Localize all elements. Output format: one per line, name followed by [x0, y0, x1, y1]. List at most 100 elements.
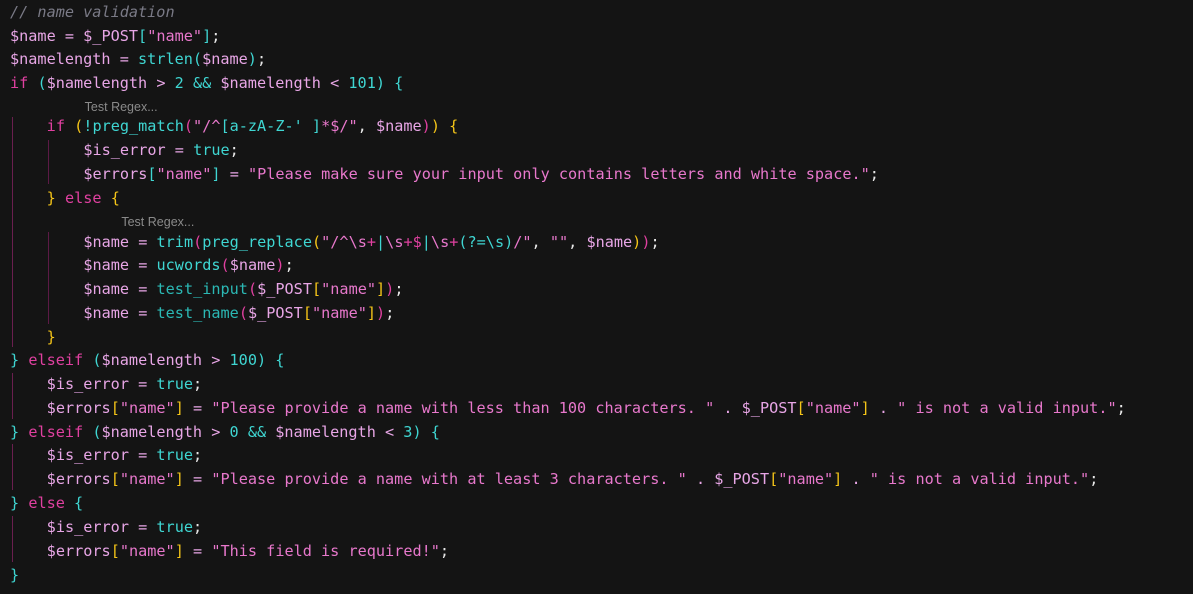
- code-token-b1: ]: [860, 399, 870, 417]
- indent-guide: [12, 373, 13, 419]
- code-token-op: .: [842, 470, 870, 488]
- code-token-b3: }: [10, 423, 20, 441]
- code-token-re: |: [421, 233, 431, 251]
- code-token-op: =: [110, 50, 139, 68]
- code-token-fn: strlen: [138, 50, 193, 68]
- code-token-op: =: [165, 141, 194, 159]
- code-token-op: <: [320, 74, 349, 92]
- code-token-b3: ): [412, 423, 422, 441]
- code-token-b2: ): [275, 256, 285, 274]
- code-token-b3: (: [92, 423, 102, 441]
- code-line: $is_error = true;: [83, 138, 238, 162]
- code-token-b2: (: [193, 233, 203, 251]
- code-token-var: $is_error: [46, 518, 129, 536]
- code-token-punc: ,: [357, 117, 376, 135]
- code-token-resp: +$: [403, 233, 422, 251]
- indent-guide: [12, 444, 13, 490]
- code-token-var: $name: [586, 233, 633, 251]
- code-token-b1: [: [769, 470, 779, 488]
- code-token-op: [266, 351, 275, 369]
- code-token-b1: {: [449, 117, 459, 135]
- code-token-b3: [: [138, 27, 148, 45]
- code-token-str: "/^\s: [321, 233, 367, 251]
- indent-guide: [12, 516, 13, 562]
- code-line: } else {: [47, 186, 120, 210]
- code-token-punc: ;: [229, 141, 239, 159]
- code-token-var: $namelength: [275, 423, 376, 441]
- code-line: $name = test_name($_POST["name"]);: [83, 301, 394, 325]
- code-token-b1: ]: [833, 470, 843, 488]
- code-token-const: true: [156, 518, 193, 536]
- code-token-op: =: [183, 542, 212, 560]
- code-token-fn: ucwords: [156, 256, 221, 274]
- code-token-b1: [: [302, 304, 312, 322]
- code-line: if ($namelength > 2 && $namelength < 101…: [10, 71, 403, 95]
- code-token-b1: [: [110, 399, 120, 417]
- code-token-b3: {: [394, 74, 404, 92]
- code-token-num: 100: [229, 351, 257, 369]
- code-token-str: "name": [312, 304, 367, 322]
- code-token-str: \s: [430, 233, 450, 251]
- code-token-punc: ;: [1089, 470, 1099, 488]
- code-token-str: "name": [778, 470, 834, 488]
- code-token-b1: ]: [376, 280, 386, 298]
- code-line: $name = ucwords($name);: [83, 253, 293, 277]
- code-token-b2: (: [220, 256, 230, 274]
- code-token-str: "": [549, 233, 569, 251]
- code-token-var: $name: [83, 280, 130, 298]
- code-token-b1: (: [311, 233, 322, 251]
- code-line: $name = trim(preg_replace("/^\s+|\s+$|\s…: [83, 230, 659, 254]
- code-token-b2: ): [376, 304, 386, 322]
- code-token-b1: [: [311, 280, 322, 298]
- code-token-str: "name": [147, 27, 203, 45]
- code-token-var: $namelength: [101, 351, 203, 369]
- code-token-punc: ;: [1116, 399, 1126, 417]
- code-token-var: $namelength: [220, 74, 321, 92]
- code-token-op: =: [129, 233, 157, 251]
- code-token-punc: ;: [192, 375, 203, 393]
- code-token-b3: (: [92, 351, 102, 369]
- code-token-b1: ]: [174, 542, 184, 560]
- code-token-punc: ;: [439, 542, 450, 560]
- code-token-kw: elseif: [28, 423, 84, 441]
- code-token-op: =: [129, 256, 157, 274]
- code-token-b1: {: [110, 189, 120, 207]
- code-token-const: true: [193, 141, 230, 159]
- code-token-str: /": [513, 233, 532, 251]
- code-editor[interactable]: // name validation $name = $_POST["name"]…: [0, 0, 1193, 594]
- code-token-var: $name: [10, 27, 56, 45]
- code-token-punc: ;: [192, 446, 203, 464]
- code-token-b3: [: [147, 165, 157, 183]
- code-line: } elseif ($namelength > 100) {: [10, 348, 284, 372]
- code-token-var: $namelength: [46, 74, 148, 92]
- code-token-b2: (: [247, 280, 258, 298]
- code-token-op: >: [202, 351, 230, 369]
- code-token-op: =: [55, 27, 84, 45]
- code-token-var: $name: [375, 117, 422, 135]
- code-token-b1: [: [110, 542, 120, 560]
- code-token-kw: if: [10, 74, 29, 92]
- code-token-re: (?=\s): [458, 233, 514, 251]
- code-token-resp: +: [366, 233, 377, 251]
- code-token-b3: (: [37, 74, 47, 92]
- code-line: $is_error = true;: [47, 372, 202, 396]
- code-token-b3: }: [10, 494, 20, 512]
- code-token-b1: [: [796, 399, 806, 417]
- code-token-const: true: [156, 446, 193, 464]
- code-token-punc: ;: [385, 304, 395, 322]
- code-line: // name validation: [10, 0, 175, 24]
- codelens-test-regex[interactable]: Test Regex...: [121, 213, 194, 231]
- code-token-op: [385, 74, 394, 92]
- code-token-str: "Please make sure your input only contai…: [248, 165, 870, 183]
- code-token-str: "/^: [193, 117, 221, 135]
- code-token-fn2: test_input: [156, 280, 248, 298]
- code-token-var: $_POST: [741, 399, 797, 417]
- code-token-op: =: [220, 165, 248, 183]
- code-token-b3: (: [192, 50, 203, 68]
- indent-guide: [48, 140, 49, 184]
- code-token-var: $name: [229, 256, 276, 274]
- code-token-op: >: [147, 74, 175, 92]
- code-token-b3: }: [10, 351, 20, 369]
- code-token-str: "This field is required!": [211, 542, 440, 560]
- code-token-b2: ): [421, 117, 431, 135]
